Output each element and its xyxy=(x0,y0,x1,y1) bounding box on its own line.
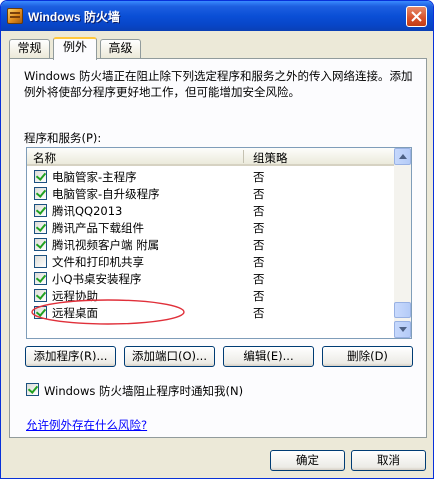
row-policy: 否 xyxy=(253,187,265,201)
row-policy: 否 xyxy=(253,170,265,184)
row-name: 腾讯产品下载组件 xyxy=(52,221,144,235)
row-policy: 否 xyxy=(253,272,265,286)
list-item[interactable]: 电脑管家-主程序 否 xyxy=(27,168,395,185)
window-title: Windows 防火墙 xyxy=(28,10,120,24)
row-policy: 否 xyxy=(253,255,265,269)
ok-button[interactable]: 确定 xyxy=(270,450,345,471)
column-divider[interactable] xyxy=(243,150,244,163)
exceptions-list[interactable]: 名称 组策略 电脑管家-主程序否电脑管家-自升级程序否腾讯QQ2013 否腾讯产品… xyxy=(26,147,412,339)
row-checkbox[interactable] xyxy=(34,306,47,319)
add-program-button[interactable]: 添加程序(R)... xyxy=(25,346,116,367)
row-name: 电脑管家-自升级程序 xyxy=(52,187,160,201)
row-name: 电脑管家-主程序 xyxy=(52,170,137,184)
list-header: 名称 组策略 xyxy=(27,148,395,166)
list-item[interactable]: 腾讯视频客户端 附属 否 xyxy=(27,236,395,253)
title-bar[interactable]: Windows 防火墙 xyxy=(1,1,433,31)
arrow-down-icon xyxy=(399,327,407,332)
arrow-up-icon xyxy=(399,154,407,159)
row-checkbox[interactable] xyxy=(34,187,47,200)
notify-checkbox[interactable] xyxy=(26,383,39,396)
row-name: 远程协助 xyxy=(52,289,98,303)
list-rows: 电脑管家-主程序否电脑管家-自升级程序否腾讯QQ2013 否腾讯产品下载组件否腾讯… xyxy=(27,168,395,321)
list-item[interactable]: 远程桌面 否 xyxy=(27,304,395,321)
description-text: Windows 防火墙正在阻止除下列选定程序和服务之外的传入网络连接。添加例外将… xyxy=(24,69,413,99)
row-name: 远程桌面 xyxy=(52,306,98,320)
row-checkbox[interactable] xyxy=(34,204,47,217)
tab-exceptions[interactable]: 例外 xyxy=(53,37,97,60)
edit-button[interactable]: 编辑(E)... xyxy=(223,346,314,367)
column-header-name[interactable]: 名称 xyxy=(33,150,56,166)
row-checkbox[interactable] xyxy=(34,170,47,183)
list-item[interactable]: 腾讯QQ2013 否 xyxy=(27,202,395,219)
list-item[interactable]: 电脑管家-自升级程序 否 xyxy=(27,185,395,202)
row-checkbox[interactable] xyxy=(34,272,47,285)
row-name: 小Q书桌安装程序 xyxy=(52,272,142,286)
row-checkbox[interactable] xyxy=(34,255,47,268)
scroll-thumb[interactable] xyxy=(394,302,411,318)
tab-general[interactable]: 常规 xyxy=(9,39,50,58)
row-checkbox[interactable] xyxy=(34,238,47,251)
list-item[interactable]: 远程协助 否 xyxy=(27,287,395,304)
row-policy: 否 xyxy=(253,238,265,252)
cancel-button[interactable]: 取消 xyxy=(351,450,426,471)
row-name: 腾讯视频客户端 附属 xyxy=(52,238,160,252)
notify-label: Windows 防火墙阻止程序时通知我(N) xyxy=(44,384,244,398)
exceptions-panel: Windows 防火墙正在阻止除下列选定程序和服务之外的传入网络连接。添加例外将… xyxy=(9,58,427,438)
add-port-button[interactable]: 添加端口(O)... xyxy=(124,346,215,367)
list-item[interactable]: 小Q书桌安装程序 否 xyxy=(27,270,395,287)
row-policy: 否 xyxy=(253,306,265,320)
tab-advanced[interactable]: 高级 xyxy=(100,39,141,58)
firewall-icon xyxy=(7,8,23,24)
vertical-scrollbar[interactable] xyxy=(394,148,411,338)
row-policy: 否 xyxy=(253,204,265,218)
column-header-policy[interactable]: 组策略 xyxy=(253,150,288,166)
scroll-up-button[interactable] xyxy=(394,148,411,165)
risk-help-link[interactable]: 允许例外存在什么风险? xyxy=(26,417,147,433)
list-item[interactable]: 文件和打印机共享 否 xyxy=(27,253,395,270)
scroll-down-button[interactable] xyxy=(394,321,411,338)
row-checkbox[interactable] xyxy=(34,289,47,302)
close-button[interactable] xyxy=(406,6,427,27)
close-icon xyxy=(411,11,422,22)
row-name: 腾讯QQ2013 xyxy=(52,204,123,218)
delete-button[interactable]: 删除(D) xyxy=(322,346,413,367)
row-checkbox[interactable] xyxy=(34,221,47,234)
firewall-dialog: Windows 防火墙 常规 例外 高级 Windows 防火墙正在阻止除下列选… xyxy=(0,0,434,479)
list-item[interactable]: 腾讯产品下载组件 否 xyxy=(27,219,395,236)
row-policy: 否 xyxy=(253,289,265,303)
row-policy: 否 xyxy=(253,221,265,235)
row-name: 文件和打印机共享 xyxy=(52,255,144,269)
programs-services-label: 程序和服务(P): xyxy=(24,131,102,145)
